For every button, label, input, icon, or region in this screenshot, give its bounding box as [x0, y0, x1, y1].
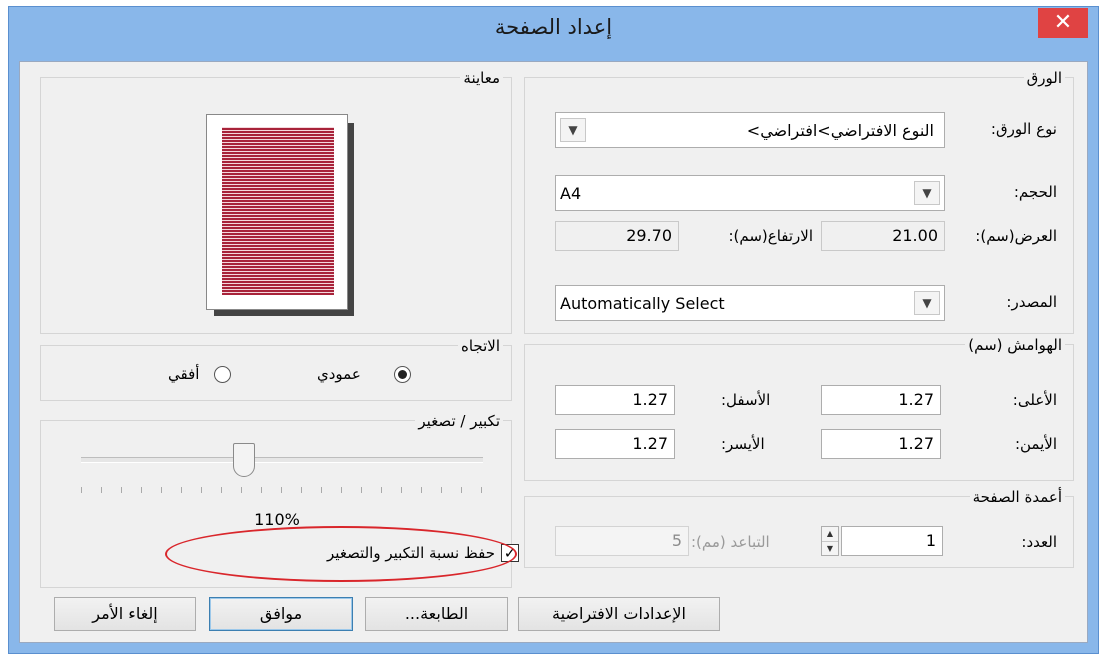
defaults-button[interactable]: الإعدادات الافتراضية [518, 597, 720, 631]
columns-count-label: العدد: [1021, 533, 1057, 551]
close-icon: ✕ [1053, 10, 1073, 35]
margin-left-label: الأيسر: [721, 435, 765, 453]
margin-left-field[interactable]: 1.27 [555, 429, 675, 459]
scaling-slider-track[interactable] [81, 457, 483, 463]
paper-group: الورق نوع الورق: ▼ <النوع الافتراضي>افتر… [524, 69, 1074, 334]
close-button[interactable]: ✕ [1038, 8, 1088, 38]
landscape-radio[interactable] [214, 366, 231, 383]
columns-spacing-field: 5 [555, 526, 689, 556]
margin-bottom-label: الأسفل: [721, 391, 771, 409]
paper-height-field: 29.70 [555, 221, 679, 251]
printer-button[interactable]: الطابعة... [365, 597, 508, 631]
paper-group-title: الورق [1023, 69, 1065, 87]
paper-width-field: 21.00 [821, 221, 945, 251]
spin-up-icon[interactable]: ▲ [822, 527, 838, 542]
paper-type-label: نوع الورق: [990, 120, 1057, 138]
scaling-slider-thumb[interactable] [233, 443, 255, 477]
columns-group-title: أعمدة الصفحة [969, 488, 1065, 506]
paper-source-dropdown[interactable]: Automatically Select ▼ [555, 285, 945, 321]
margin-right-label: الأيمن: [1014, 435, 1057, 453]
portrait-label[interactable]: عمودي [317, 364, 361, 384]
paper-size-label: الحجم: [1013, 183, 1057, 201]
chevron-down-icon[interactable]: ▼ [914, 291, 940, 315]
margin-bottom-field[interactable]: 1.27 [555, 385, 675, 415]
cancel-button[interactable]: إلغاء الأمر [54, 597, 196, 631]
page-setup-dialog: إعداد الصفحة ✕ الورق نوع الورق: ▼ <النوع… [8, 6, 1099, 654]
margins-group: الهوامش (سم) الأعلى: 1.27 الأسفل: 1.27 ا… [524, 336, 1074, 481]
preview-page [206, 114, 348, 310]
preview-page-text [222, 127, 334, 295]
red-highlight-ellipse [165, 526, 517, 582]
dialog-title: إعداد الصفحة [494, 15, 613, 39]
paper-width-label: العرض(سم): [975, 227, 1057, 245]
paper-source-value: Automatically Select [560, 294, 725, 313]
margin-top-field[interactable]: 1.27 [821, 385, 941, 415]
columns-spacing-label: التباعد (مم): [691, 533, 770, 551]
ok-button[interactable]: موافق [209, 597, 353, 631]
paper-type-dropdown[interactable]: ▼ <النوع الافتراضي>افتراضي [555, 112, 945, 148]
preview-group: معاينة [40, 69, 512, 334]
radio-selected-dot [398, 370, 407, 379]
portrait-radio[interactable] [394, 366, 411, 383]
dialog-body: الورق نوع الورق: ▼ <النوع الافتراضي>افتر… [19, 61, 1088, 643]
paper-source-label: المصدر: [1006, 293, 1057, 311]
paper-type-value: <النوع الافتراضي>افتراضي [746, 121, 934, 140]
chevron-down-icon[interactable]: ▼ [914, 181, 940, 205]
columns-count-field[interactable]: 1 [841, 526, 943, 556]
columns-count-spinner[interactable]: ▲ ▼ [821, 526, 839, 556]
spin-down-icon[interactable]: ▼ [822, 542, 838, 556]
margins-group-title: الهوامش (سم) [965, 336, 1065, 354]
orientation-group: الاتجاه عمودي أفقي [40, 337, 512, 401]
paper-height-label: الارتفاع(سم): [728, 227, 813, 245]
columns-group: أعمدة الصفحة العدد: 1 ▲ ▼ التباعد (مم): … [524, 488, 1074, 568]
margin-top-label: الأعلى: [1012, 391, 1057, 409]
scaling-group-title: تكبير / تصغير [415, 412, 503, 430]
paper-size-dropdown[interactable]: A4 ▼ [555, 175, 945, 211]
preview-group-title: معاينة [460, 69, 503, 87]
chevron-down-icon[interactable]: ▼ [560, 118, 586, 142]
scaling-slider-ticks [81, 487, 483, 493]
margin-right-field[interactable]: 1.27 [821, 429, 941, 459]
paper-size-value: A4 [560, 184, 582, 203]
landscape-label[interactable]: أفقي [168, 364, 199, 384]
orientation-group-title: الاتجاه [457, 337, 503, 355]
title-bar[interactable]: إعداد الصفحة ✕ [9, 7, 1098, 61]
